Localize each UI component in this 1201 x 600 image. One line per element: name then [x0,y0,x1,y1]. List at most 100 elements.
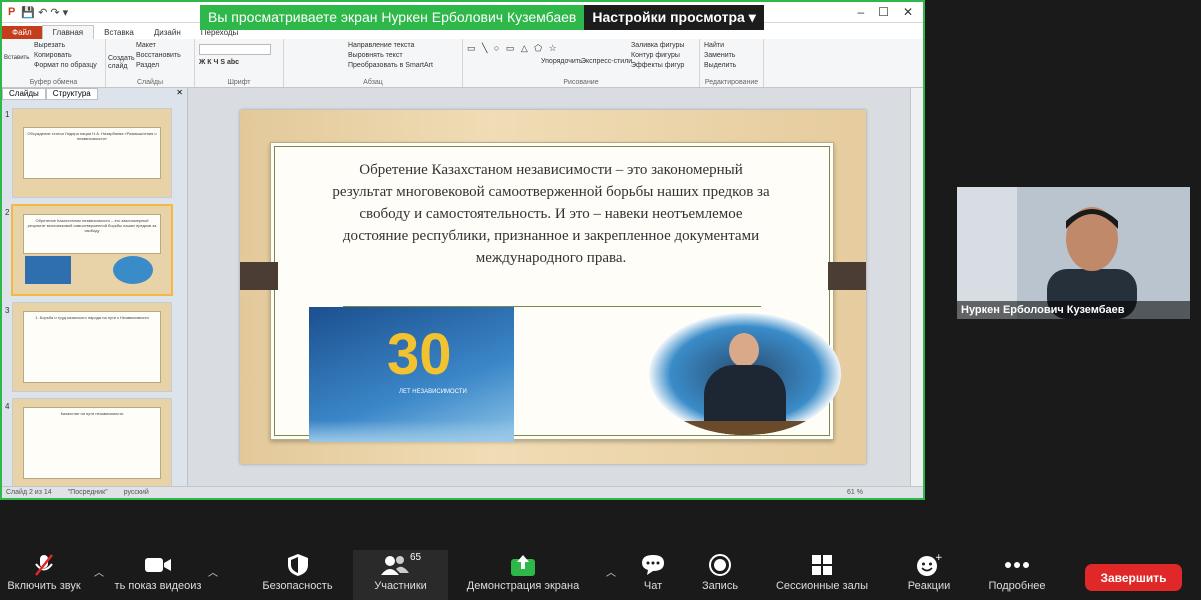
meeting-toolbar: Включить звук ︿ ть показ видеоиз ︿ Безоп… [0,550,1201,600]
mute-button[interactable]: Включить звук [0,550,88,600]
text-direction-button[interactable]: Направление текста [348,41,458,51]
select-button[interactable]: Выделить [704,61,759,71]
ellipsis-icon [985,550,1049,580]
chat-icon [630,550,676,580]
panel-close-icon[interactable]: ✕ [172,88,187,100]
slide-count: Слайд 2 из 14 [6,489,52,496]
tab-design[interactable]: Дизайн [144,26,191,39]
reactions-label: Реакции [907,580,951,592]
portrait-image [649,313,841,435]
slide-main-text[interactable]: Обретение Казахстаном независимости – эт… [331,159,771,269]
reset-button[interactable]: Восстановить [136,51,190,61]
vertical-scrollbar[interactable] [910,88,923,489]
share-options-caret-icon[interactable]: ︿ [606,564,616,579]
window-controls: – ☐ ✕ [857,5,923,19]
quick-access-toolbar[interactable]: 💾 ↶ ↷ ▾ [15,6,68,19]
end-meeting-button[interactable]: Завершить [1085,564,1182,591]
align-text-button[interactable]: Выровнять текст [348,51,458,61]
more-button[interactable]: Подробнее [985,550,1049,600]
tab-home[interactable]: Главная [41,25,95,39]
current-slide[interactable]: Обретение Казахстаном независимости – эт… [240,110,866,464]
participants-button[interactable]: 65 Участники [353,550,448,600]
maximize-icon[interactable]: ☐ [878,5,889,19]
copy-button[interactable]: Копировать [34,51,101,61]
breakout-rooms-label: Сессионные залы [775,580,869,592]
cut-button[interactable]: Вырезать [34,41,101,51]
security-label: Безопасность [262,580,333,592]
reactions-button[interactable]: + Реакции [902,550,956,600]
quick-styles-button[interactable]: Экспресс-стили [581,57,632,67]
section-button[interactable]: Раздел [136,61,190,71]
find-button[interactable]: Найти [704,41,759,51]
video-options-caret-icon[interactable]: ︿ [208,564,218,579]
camera-icon [110,550,206,580]
share-screen-icon [462,550,584,580]
slide-thumbnail-3[interactable]: 1. Борьба и труд казахского народа на пу… [12,302,172,392]
right-ribbon-bar [828,262,866,290]
paragraph-label: Абзац [363,79,383,86]
participant-name: Нуркен Ерболович Кузембаев [957,301,1190,319]
thumb-portrait [113,256,153,284]
breakout-rooms-button[interactable]: Сессионные залы [770,550,874,600]
arrange-button[interactable]: Упорядочить [541,57,583,67]
independence-30-image: 30 ЛЕТ НЕЗАВИСИМОСТИ [309,307,514,442]
logo-30: 30 [387,322,452,387]
slide-thumbnail-2[interactable]: Обретение Казахстаном независимости – эт… [11,204,173,296]
thumb-number: 2 [5,208,10,217]
shape-fill-button[interactable]: Заливка фигуры [631,41,684,51]
video-button[interactable]: ть показ видеоиз [110,550,206,600]
tab-outline[interactable]: Структура [45,88,98,100]
editing-label: Редактирование [704,79,759,86]
font-format-buttons[interactable]: Ж К Ч S abc [199,59,279,66]
replace-button[interactable]: Заменить [704,51,759,61]
thumb-text: Казахстан на пути независимости [23,407,161,479]
thumb-number: 3 [5,306,10,315]
zoom-level[interactable]: 61 % [847,489,923,496]
share-screen-button[interactable]: Демонстрация экрана [462,550,584,600]
shape-effects-button[interactable]: Эффекты фигур [631,61,684,71]
thumb-text: Обретение Казахстаном независимости – эт… [23,214,161,254]
paste-button[interactable]: Вставить [4,53,29,63]
left-ribbon-bar [240,262,278,290]
close-icon[interactable]: ✕ [903,5,913,19]
record-icon [694,550,746,580]
tab-slides[interactable]: Слайды [2,88,46,100]
drawing-group: ▭ ╲ ○ ▭ △ ⬠ ☆ Упорядочить Экспресс-стили… [463,39,700,87]
clipboard-group: Вставить Вырезать Копировать Формат по о… [2,39,106,87]
language: русский [123,489,149,496]
slide-thumbnail-4[interactable]: Казахстан на пути независимости [12,398,172,488]
slides-group: Создать слайд Макет Восстановить Раздел … [106,39,195,87]
portrait-face [729,333,759,367]
new-slide-button[interactable]: Создать слайд [108,55,135,71]
audio-options-caret-icon[interactable]: ︿ [94,564,104,579]
tab-insert[interactable]: Вставка [94,26,144,39]
thumb-number: 1 [5,110,10,119]
shape-outline-button[interactable]: Контур фигуры [631,51,680,61]
font-name-combo[interactable] [199,44,271,55]
tab-file[interactable]: Файл [2,26,42,39]
breakout-rooms-icon [770,550,874,580]
record-button[interactable]: Запись [694,550,746,600]
powerpoint-icon: P [8,6,16,18]
layout-button[interactable]: Макет [136,41,190,51]
format-painter-button[interactable]: Формат по образцу [34,61,101,71]
participants-label: Участники [374,580,427,592]
slide-editor[interactable]: Обретение Казахстаном независимости – эт… [188,88,913,489]
shapes-gallery[interactable]: ▭ ╲ ○ ▭ △ ⬠ ☆ [467,43,559,54]
font-group: Ж К Ч S abc Шрифт [195,39,284,87]
slide-thumbnail-1[interactable]: Обсуждение статьи Лидера нации Н.А. Наза… [12,108,172,198]
view-options-button[interactable]: Настройки просмотра ▾ [584,5,764,30]
chat-button[interactable]: Чат [630,550,676,600]
status-bar: Слайд 2 из 14 "Посредник" русский 61 % [2,486,923,498]
participant-video[interactable]: Нуркен Ерболович Кузембаев [957,187,1190,319]
window-light [957,187,1017,319]
video-label: ть показ видеоиз [114,580,202,592]
shield-icon [255,550,340,580]
participants-count: 65 [409,551,422,563]
slides-label: Слайды [136,79,164,86]
smartart-button[interactable]: Преобразовать в SmartArt [348,61,458,71]
minimize-icon[interactable]: – [857,5,864,19]
share-screen-label: Демонстрация экрана [466,580,580,592]
security-button[interactable]: Безопасность [255,550,340,600]
more-label: Подробнее [988,580,1046,592]
